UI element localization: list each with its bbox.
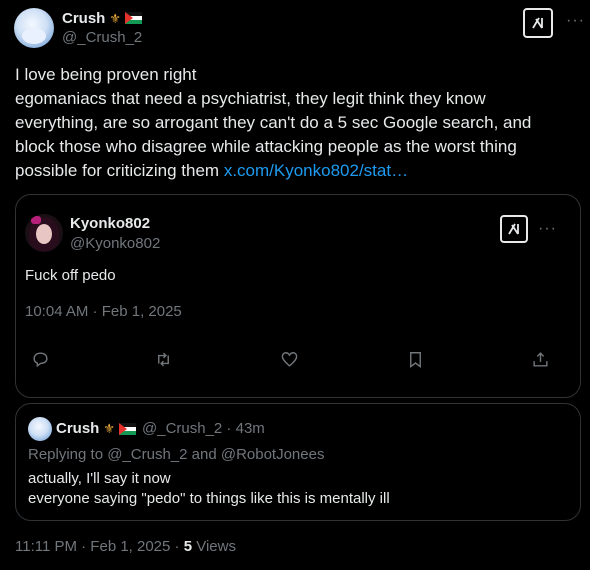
more-icon[interactable]: ··· [566, 13, 585, 29]
share-icon[interactable] [526, 345, 554, 373]
quoted-tweet-card[interactable]: Kyonko802 @Kyonko802 ··· Fuck off pedo 1… [15, 194, 581, 398]
tweet-footer: 11:11 PM · Feb 1, 2025 · 5 Views [15, 538, 236, 555]
grok-icon[interactable] [523, 8, 553, 38]
palestine-flag-icon [125, 12, 142, 24]
tweet-text: I love being proven right egomaniacs tha… [15, 63, 575, 183]
reply-text-line: everyone saying "pedo" to things like th… [28, 490, 390, 507]
quoted-author-display-name[interactable]: Kyonko802 [70, 215, 150, 232]
more-icon[interactable]: ··· [538, 221, 557, 237]
reply-author-avatar[interactable] [28, 417, 52, 441]
tweet-text-line: possible for criticizing them [15, 161, 220, 180]
like-icon[interactable] [275, 345, 303, 373]
reply-author-display-name[interactable]: Crush [56, 420, 99, 437]
bookmark-icon[interactable] [401, 345, 429, 373]
quoted-author-avatar[interactable] [25, 214, 63, 252]
palestine-flag-icon [119, 422, 136, 435]
reply-tweet-card[interactable]: Crush ⚜ @_Crush_2 · 43m Replying to @_Cr… [15, 403, 581, 521]
tweet-text-line: egomaniacs that need a psychiatrist, the… [15, 89, 486, 108]
reply-text: actually, I'll say it now everyone sayin… [28, 469, 390, 509]
reply-icon[interactable] [26, 345, 54, 373]
quoted-author-handle[interactable]: @Kyonko802 [70, 235, 160, 252]
replying-to-text[interactable]: Replying to @_Crush_2 and @RobotJonees [28, 446, 324, 463]
quoted-tweet-actions [16, 345, 580, 373]
quoted-tweet-timestamp[interactable]: 10:04 AM · Feb 1, 2025 [25, 303, 182, 320]
reply-text-line: actually, I'll say it now [28, 470, 171, 487]
tweet-text-line: I love being proven right [15, 65, 197, 84]
tweet-header: Crush ⚜ @_Crush_2 [62, 9, 142, 47]
views-label: Views [192, 538, 236, 555]
tweet-text-line: block those who disagree while attacking… [15, 137, 517, 156]
tweet-timestamp[interactable]: 11:11 PM · Feb 1, 2025 · [15, 538, 184, 555]
views-count: 5 [183, 538, 193, 555]
grok-icon[interactable] [500, 215, 528, 243]
author-display-name[interactable]: Crush [62, 10, 105, 27]
crown-emoji-icon: ⚜ [103, 421, 115, 436]
reply-handle-time[interactable]: @_Crush_2 · 43m [142, 420, 265, 437]
quoted-tweet-text: Fuck off pedo [25, 267, 116, 284]
crown-emoji-icon: ⚜ [109, 10, 121, 26]
tweet-text-line: everything, are so arrogant they can't d… [15, 113, 532, 132]
tweet-link[interactable]: x.com/Kyonko802/stat… [224, 161, 408, 180]
reply-header: Crush ⚜ @_Crush_2 · 43m [56, 420, 265, 437]
author-avatar[interactable] [14, 8, 54, 48]
retweet-icon[interactable] [149, 345, 177, 373]
author-handle[interactable]: @_Crush_2 [62, 29, 142, 46]
